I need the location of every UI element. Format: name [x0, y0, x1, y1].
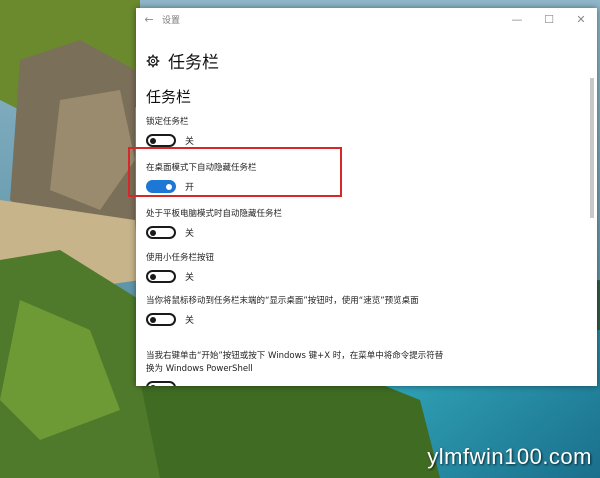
- toggle-knob: [150, 316, 156, 323]
- highlight-box: [128, 147, 342, 197]
- scrollbar[interactable]: [590, 78, 594, 218]
- setting-small-buttons: 使用小任务栏按钮 关: [146, 252, 446, 283]
- minimize-button[interactable]: —: [501, 13, 533, 26]
- lock-taskbar-toggle[interactable]: [146, 134, 176, 147]
- gear-icon: [146, 54, 160, 67]
- setting-label: 锁定任务栏: [146, 117, 189, 127]
- setting-lock-taskbar: 锁定任务栏 关: [146, 116, 446, 147]
- window-title: 设置: [162, 15, 181, 26]
- settings-window: ← 设置 — ☐ ✕ 任务栏 任务栏 锁定任务栏 关 在桌面模式下自动隐藏任务栏: [136, 8, 597, 386]
- maximize-button[interactable]: ☐: [533, 13, 565, 26]
- small-buttons-toggle[interactable]: [146, 270, 176, 283]
- setting-label: 当我右键单击“开始”按钮或按下 Windows 键+X 时，在菜单中将命令提示符…: [146, 351, 444, 374]
- toggle-knob: [150, 137, 156, 144]
- peek-toggle[interactable]: [146, 313, 176, 326]
- setting-peek: 当你将鼠标移动到任务栏末端的“显示桌面”按钮时，使用“速览”预览桌面 关: [146, 295, 446, 326]
- auto-hide-tablet-toggle[interactable]: [146, 226, 176, 239]
- toggle-state: 关: [185, 316, 195, 326]
- toggle-knob: [150, 229, 156, 236]
- powershell-toggle[interactable]: [146, 381, 176, 386]
- setting-label: 使用小任务栏按钮: [146, 253, 215, 263]
- setting-label: 处于平板电脑模式时自动隐藏任务栏: [146, 209, 283, 219]
- back-arrow-icon[interactable]: ←: [136, 13, 162, 26]
- close-button[interactable]: ✕: [565, 13, 597, 26]
- page-title: 任务栏: [168, 53, 219, 73]
- section-title: 任务栏: [146, 88, 192, 106]
- page-header: 任务栏: [146, 48, 219, 73]
- setting-powershell: 当我右键单击“开始”按钮或按下 Windows 键+X 时，在菜单中将命令提示符…: [146, 350, 446, 386]
- setting-label: 当你将鼠标移动到任务栏末端的“显示桌面”按钮时，使用“速览”预览桌面: [146, 296, 419, 306]
- toggle-state: 关: [185, 273, 195, 283]
- setting-auto-hide-tablet: 处于平板电脑模式时自动隐藏任务栏 关: [146, 208, 446, 239]
- title-bar: ← 设置 — ☐ ✕: [136, 8, 597, 30]
- toggle-state: 关: [185, 137, 195, 147]
- toggle-state: 关: [185, 229, 195, 239]
- watermark: ylmfwin100.com: [427, 444, 592, 469]
- toggle-knob: [150, 384, 156, 386]
- toggle-knob: [150, 273, 156, 280]
